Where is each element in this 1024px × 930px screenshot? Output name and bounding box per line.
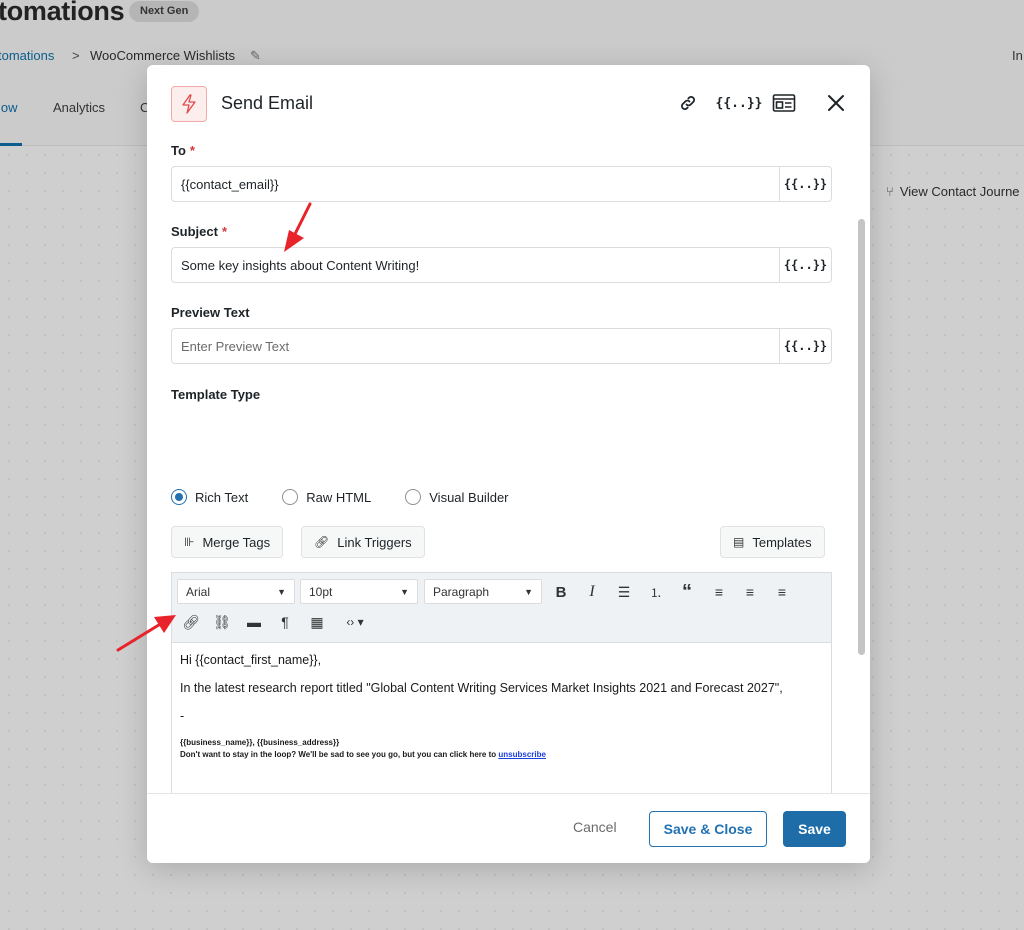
breadcrumb-current: WooCommerce Wishlists [90, 48, 235, 63]
template-type-radio-group: Rich Text Raw HTML Visual Builder [171, 489, 509, 505]
send-email-modal: Send Email {{..}} To* {{..}} [147, 65, 870, 863]
radio-dot[interactable] [405, 489, 422, 505]
templates-button[interactable]: ▤ Templates [720, 526, 825, 558]
insert-link-icon[interactable]: 🔗︎ [179, 610, 203, 634]
view-journey-label: View Contact Journe [899, 184, 1020, 199]
unsubscribe-link[interactable]: unsubscribe [498, 750, 546, 759]
subject-merge-tag-button[interactable]: {{..}} [779, 248, 831, 282]
align-center-icon[interactable]: ≡ [738, 580, 762, 604]
modal-title: Send Email [221, 93, 314, 113]
radio-label: Rich Text [195, 489, 249, 505]
unlink-icon[interactable]: ⛓ [210, 610, 234, 634]
font-family-value: Arial [186, 584, 211, 599]
modal-scrollbar[interactable] [858, 219, 865, 655]
breadcrumb-separator: > [72, 48, 80, 63]
tab-flow[interactable]: low [0, 100, 18, 115]
source-code-icon[interactable]: ‹› ▾ [337, 610, 373, 634]
merge-tags-icon[interactable]: {{..}} [716, 89, 763, 117]
chevron-down-icon: ▼ [277, 586, 286, 597]
preview-merge-tag-button[interactable]: {{..}} [779, 329, 831, 363]
bg-right-text: In [1012, 48, 1023, 63]
clear-formatting-icon[interactable]: ¶ [273, 610, 297, 634]
font-size-value: 10pt [309, 584, 333, 599]
block-format-select[interactable]: Paragraph ▼ [424, 579, 542, 604]
to-field: {{..}} [171, 166, 832, 202]
to-label: To * [171, 143, 195, 158]
modal-header: Send Email {{..}} [147, 65, 870, 141]
to-input[interactable] [172, 167, 779, 201]
business-info-line: {{business_name}}, {{business_address}} [180, 738, 340, 747]
modal-body: To* {{..}} Subject* {{..}} Preview Text … [147, 141, 870, 863]
horizontal-rule-icon[interactable]: ▬ [242, 610, 266, 634]
to-merge-tag-button[interactable]: {{..}} [779, 167, 831, 201]
subject-field: {{..}} [171, 247, 832, 283]
link-small-icon: 🔗︎ [314, 535, 330, 549]
radio-dot[interactable] [282, 489, 299, 505]
unsubscribe-text: Don't want to stay in the loop? We'll be… [180, 750, 497, 759]
font-family-select[interactable]: Arial ▼ [177, 579, 295, 604]
templates-label: Templates [752, 534, 812, 550]
italic-icon[interactable]: I [580, 580, 604, 604]
modal-footer: Cancel Save & Close Save [147, 793, 870, 863]
merge-tags-small-icon: ⊪ [184, 535, 195, 549]
view-contact-journey-link[interactable]: ⑂ View Contact Journe [886, 184, 1020, 199]
subject-input[interactable] [172, 248, 779, 282]
unsubscribe-line: Don't want to stay in the loop? We'll be… [180, 749, 823, 761]
lightning-icon [182, 94, 196, 114]
action-icon-box [171, 86, 207, 122]
radio-label: Visual Builder [429, 489, 509, 505]
save-button[interactable]: Save [783, 811, 846, 847]
font-size-select[interactable]: 10pt ▼ [300, 579, 418, 604]
align-right-icon[interactable]: ≡ [770, 580, 794, 604]
radio-visual-builder[interactable]: Visual Builder [405, 489, 509, 505]
radio-rich-text[interactable]: Rich Text [171, 489, 248, 505]
link-triggers-label: Link Triggers [337, 534, 412, 550]
merge-tags-button[interactable]: ⊪ Merge Tags [171, 526, 284, 558]
editor-dash: - [180, 709, 185, 723]
align-left-icon[interactable]: ≡ [707, 580, 731, 604]
tab-analytics[interactable]: Analytics [53, 100, 105, 115]
link-triggers-button[interactable]: 🔗︎ Link Triggers [301, 526, 425, 558]
subject-label: Subject * [171, 224, 228, 239]
radio-dot[interactable] [171, 489, 187, 505]
preview-text-label: Preview Text [171, 305, 250, 320]
close-icon[interactable] [823, 89, 849, 117]
radio-label: Raw HTML [306, 489, 372, 505]
preview-icon[interactable] [770, 89, 798, 117]
edit-pencil-icon[interactable]: ✎ [250, 48, 261, 64]
editor-content[interactable]: Hi {{contact_first_name}}, In the latest… [172, 643, 831, 771]
preview-text-input[interactable] [172, 329, 779, 363]
editor-toolbar: Arial ▼ 10pt ▼ Paragraph ▼ B I ☰ ⒈ “ ≡ ≡ ≡ … [172, 573, 831, 643]
chevron-down-icon: ▼ [400, 586, 409, 597]
bold-icon[interactable]: B [549, 580, 573, 604]
merge-tags-label: Merge Tags [202, 534, 271, 550]
preview-text-field: {{..}} [171, 328, 832, 364]
blockquote-icon[interactable]: “ [675, 580, 699, 604]
templates-icon: ▤ [733, 535, 745, 549]
cancel-button[interactable]: Cancel [565, 815, 625, 839]
template-type-label: Template Type [171, 387, 261, 402]
next-gen-badge: Next Gen [129, 1, 200, 22]
editor-body-line: In the latest research report titled "Gl… [180, 681, 783, 695]
link-icon[interactable] [675, 89, 701, 117]
bullet-list-icon[interactable]: ☰ [612, 580, 636, 604]
numbered-list-icon[interactable]: ⒈ [644, 580, 668, 604]
editor-greeting: Hi {{contact_first_name}}, [180, 653, 322, 667]
table-icon[interactable]: ▦ [305, 610, 329, 634]
radio-raw-html[interactable]: Raw HTML [282, 489, 371, 505]
save-and-close-button[interactable]: Save & Close [649, 811, 767, 847]
branch-icon: ⑂ [886, 184, 894, 199]
chevron-down-icon: ▼ [524, 586, 533, 597]
breadcrumb-automations-link[interactable]: tomations [0, 48, 54, 63]
bg-page-title: tomations [0, 0, 125, 26]
block-format-value: Paragraph [433, 584, 490, 599]
